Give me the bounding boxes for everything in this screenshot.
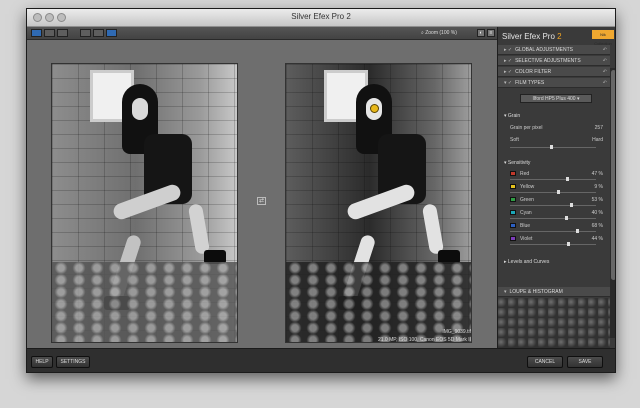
sensitivity-heading[interactable]: ▾ Sensitivity — [504, 160, 530, 166]
after-image — [285, 63, 472, 343]
checkmark-icon[interactable]: ▸ ✓ — [504, 69, 512, 75]
layout-vertical-button[interactable] — [93, 29, 104, 37]
bottom-bar: HELP SETTINGS CANCEL SAVE — [27, 348, 615, 372]
help-button[interactable]: HELP — [31, 356, 53, 368]
yellow-swatch — [510, 184, 516, 189]
blue-swatch — [510, 223, 516, 228]
checkmark-icon[interactable]: ▸ ✓ — [504, 58, 512, 64]
yellow-slider[interactable] — [510, 190, 596, 194]
channel-value: 47 % — [591, 171, 603, 177]
cyan-slider[interactable] — [510, 216, 596, 220]
undo-icon[interactable]: ↶ — [603, 78, 607, 88]
section-label: SELECTIVE ADJUSTMENTS — [515, 58, 581, 64]
view-toolbar: ⌕ Zoom (100 %) ◐ ≡ — [27, 27, 497, 40]
slider-knob[interactable] — [565, 216, 568, 220]
side-by-side-view-button[interactable] — [57, 29, 68, 37]
control-point-marker[interactable] — [370, 104, 379, 113]
background-toggle-icon[interactable]: ◐ — [477, 29, 485, 37]
panel-scrollbar[interactable] — [610, 68, 615, 338]
grain-hard-label: Hard — [592, 137, 603, 143]
before-image — [51, 63, 238, 343]
expand-icon[interactable]: ▾ — [504, 289, 507, 295]
undo-icon[interactable]: ↶ — [603, 56, 607, 66]
film-preset-select[interactable]: Ilford HP5 Plus 400 ▾ — [520, 94, 592, 103]
section-label: GLOBAL ADJUSTMENTS — [515, 47, 573, 53]
slider-knob[interactable] — [567, 242, 570, 246]
blue-slider[interactable] — [510, 229, 596, 233]
slider-knob[interactable] — [557, 190, 560, 194]
adjustments-panel: Silver Efex Pro 2 Nik Collection ▸ ✓ GLOB… — [497, 27, 615, 366]
zoom-select[interactable]: ⌕ Zoom (100 %) — [419, 29, 472, 38]
slider-knob[interactable] — [576, 229, 579, 233]
channel-value: 53 % — [591, 197, 603, 203]
undo-icon[interactable]: ↶ — [603, 45, 607, 55]
channel-label: Violet — [520, 236, 533, 242]
green-slider[interactable] — [510, 203, 596, 207]
grain-per-pixel-value: 257 — [594, 125, 603, 131]
cancel-button[interactable]: CANCEL — [527, 356, 563, 368]
grain-heading[interactable]: ▾ Grain — [504, 113, 520, 119]
section-selective-adjustments[interactable]: ▸ ✓ SELECTIVE ADJUSTMENTS ↶ — [498, 56, 610, 66]
zoom-label: Zoom (100 %) — [425, 30, 457, 36]
single-view-button[interactable] — [31, 29, 42, 37]
channel-label: Blue — [520, 223, 531, 229]
undo-icon[interactable]: ↶ — [603, 67, 607, 77]
checkmark-icon[interactable]: ▾ ✓ — [504, 80, 512, 86]
slider-knob[interactable] — [566, 177, 569, 181]
channel-label: Cyan — [520, 210, 532, 216]
channel-label: Yellow — [520, 184, 535, 190]
violet-slider[interactable] — [510, 242, 596, 246]
section-label: FILM TYPES — [515, 80, 545, 86]
layout-horizontal-button[interactable] — [106, 29, 117, 37]
levels-label: Levels and Curves — [507, 259, 550, 265]
grain-slider[interactable] — [510, 145, 596, 149]
grain-soft-label: Soft — [510, 137, 519, 143]
channel-value: 44 % — [591, 236, 603, 242]
violet-swatch — [510, 236, 516, 241]
cyan-swatch — [510, 210, 516, 215]
settings-button[interactable]: SETTINGS — [56, 356, 90, 368]
product-name: Silver Efex Pro — [502, 32, 555, 41]
section-label: COLOR FILTER — [515, 69, 552, 75]
product-title: Silver Efex Pro 2 — [502, 32, 562, 41]
section-film-types[interactable]: ▾ ✓ FILM TYPES ↶ — [498, 78, 610, 88]
title-bar: Silver Efex Pro 2 — [27, 9, 615, 27]
layout-single-button[interactable] — [80, 29, 91, 37]
red-swatch — [510, 171, 516, 176]
channel-value: 9 % — [594, 184, 603, 190]
channel-label: Green — [520, 197, 534, 203]
product-version: 2 — [557, 32, 562, 41]
checkmark-icon[interactable]: ▸ ✓ — [504, 47, 512, 53]
image-filename: IMG_9039.tif — [442, 329, 471, 335]
channel-value: 40 % — [591, 210, 603, 216]
grain-title: Grain — [507, 113, 521, 119]
green-swatch — [510, 197, 516, 202]
section-loupe-histogram[interactable]: ▾ LOUPE & HISTOGRAM — [498, 287, 610, 297]
slider-knob[interactable] — [570, 203, 573, 207]
preview-canvas: ⇄ IMG_9039.tif 21.0 MP, ISO 100, Canon E… — [27, 40, 497, 348]
window-title: Silver Efex Pro 2 — [291, 12, 351, 21]
swap-compare-icon[interactable]: ⇄ — [257, 197, 266, 205]
section-label: LOUPE & HISTOGRAM — [509, 289, 563, 295]
channel-label: Red — [520, 171, 530, 177]
film-preset-value: Ilford HP5 Plus 400 — [532, 96, 576, 102]
grain-per-pixel-label: Grain per pixel — [510, 125, 543, 131]
sensitivity-title: Sensitivity — [507, 160, 531, 166]
chevron-down-icon: ▾ — [576, 96, 580, 102]
slider-knob[interactable] — [550, 145, 553, 149]
red-slider[interactable] — [510, 177, 596, 181]
image-metadata: 21.0 MP, ISO 100, Canon EOS 5D Mark II — [377, 337, 471, 343]
levels-curves-heading[interactable]: ▸ Levels and Curves — [504, 259, 549, 265]
split-view-button[interactable] — [44, 29, 55, 37]
section-global-adjustments[interactable]: ▸ ✓ GLOBAL ADJUSTMENTS ↶ — [498, 45, 610, 55]
save-button[interactable]: SAVE — [567, 356, 603, 368]
menu-list-icon[interactable]: ≡ — [487, 29, 495, 37]
nik-collection-logo: Nik Collection — [592, 30, 614, 46]
app-window: Silver Efex Pro 2 ⌕ Zoom (100 %) ◐ ≡ ⇄ I… — [26, 8, 616, 373]
channel-value: 68 % — [591, 223, 603, 229]
section-color-filter[interactable]: ▸ ✓ COLOR FILTER ↶ — [498, 67, 610, 77]
scrollbar-thumb[interactable] — [611, 70, 615, 280]
